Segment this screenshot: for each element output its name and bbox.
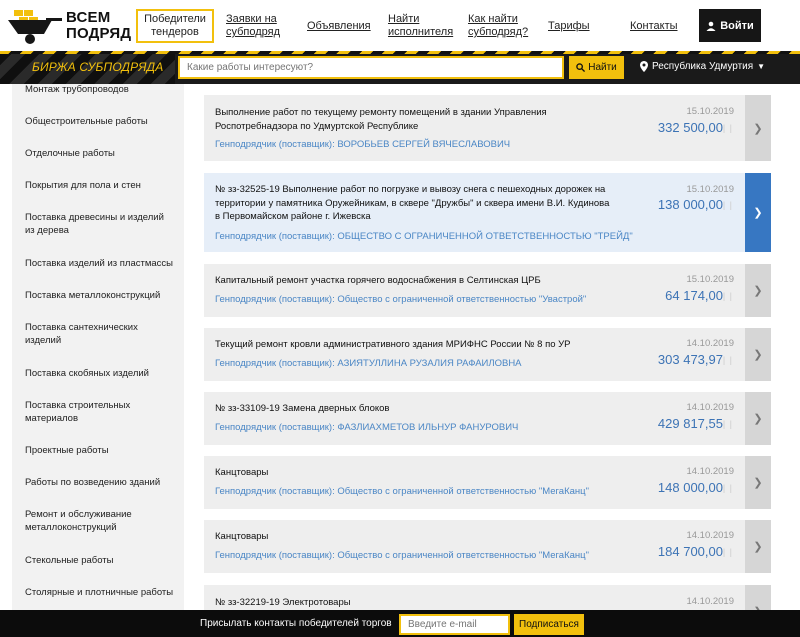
sidebar-item[interactable]: Отделочные работы <box>25 147 175 160</box>
wheelbarrow-logo-icon <box>8 10 62 44</box>
subscribe-text: Присылать контакты победителей торгов <box>200 618 392 629</box>
location-pin-icon <box>640 61 648 72</box>
listing-card[interactable]: Канцтовары Генподрядчик (поставщик): Общ… <box>204 456 771 509</box>
listing-title[interactable]: Выполнение работ по текущему ремонту пом… <box>215 106 615 133</box>
listing-contractor[interactable]: Генподрядчик (поставщик): Общество с огр… <box>215 486 589 497</box>
price-bars-icon: | | <box>722 355 733 365</box>
chevron-right-icon[interactable]: ❯ <box>745 173 771 252</box>
brand-label: Биржа субподряда <box>32 60 164 74</box>
nav-winners[interactable]: Победители тендеров <box>136 9 214 43</box>
sidebar-item[interactable]: Столярные и плотничные работы <box>25 586 175 599</box>
hazard-strip <box>0 51 800 54</box>
caret-down-icon: ▼ <box>757 62 766 71</box>
sidebar-item[interactable]: Покрытия для пола и стен <box>25 179 175 192</box>
listing-card[interactable]: № зз-33109-19 Замена дверных блоков Генп… <box>204 392 771 445</box>
listing-title[interactable]: Канцтовары <box>215 466 615 480</box>
listing-date: 15.10.2019 <box>686 184 734 195</box>
nav-contacts[interactable]: Контакты <box>630 9 678 43</box>
listing-price: 64 174,00 <box>665 288 723 303</box>
listing-card[interactable]: Текущий ремонт кровли административного … <box>204 328 771 381</box>
price-bars-icon: | | <box>722 547 733 557</box>
price-bars-icon: | | <box>722 291 733 301</box>
nav-find-executor[interactable]: Найти исполнителя <box>388 9 453 43</box>
login-button[interactable]: Войти <box>699 9 761 42</box>
listing-card[interactable]: Канцтовары Генподрядчик (поставщик): Общ… <box>204 520 771 573</box>
logo-text: ВСЕМ ПОДРЯД <box>66 9 132 42</box>
listing-title[interactable]: № зз-32219-19 Электротовары <box>215 596 615 610</box>
sidebar-item[interactable]: Стекольные работы <box>25 554 175 567</box>
listing-date: 14.10.2019 <box>686 338 734 349</box>
listing-date: 15.10.2019 <box>686 106 734 117</box>
sidebar-item[interactable]: Поставка строительных материалов <box>25 399 175 425</box>
chevron-right-icon[interactable]: ❯ <box>745 328 771 381</box>
subscribe-button[interactable]: Подписаться <box>514 614 584 635</box>
search-bar: Биржа субподряда Найти Республика Удмурт… <box>0 51 800 84</box>
email-input[interactable] <box>399 614 510 635</box>
listing-price: 303 473,97 <box>657 352 723 367</box>
search-icon <box>576 63 586 72</box>
listing-date: 14.10.2019 <box>686 596 734 607</box>
listing-contractor[interactable]: Генподрядчик (поставщик): ФАЗЛИАХМЕТОВ И… <box>215 422 518 433</box>
chevron-right-icon[interactable]: ❯ <box>745 585 771 610</box>
sidebar-item[interactable]: Поставка изделий из пластмассы <box>25 257 175 270</box>
price-bars-icon: | | <box>722 123 733 133</box>
listing-contractor[interactable]: Генподрядчик (поставщик): ВОРОБЬЕВ СЕРГЕ… <box>215 139 510 150</box>
listing-title[interactable]: № зз-32525-19 Выполнение работ по погруз… <box>215 183 615 224</box>
listing-price: 148 000,00 <box>657 480 723 495</box>
chevron-right-icon[interactable]: ❯ <box>745 456 771 509</box>
nav-how-to-find[interactable]: Как найти субподряд? <box>468 9 528 43</box>
sidebar-item[interactable]: Работы по возведению зданий <box>25 476 175 489</box>
sidebar-item[interactable]: Поставка металлоконструкций <box>25 289 175 302</box>
sidebar-item[interactable]: Поставка древесины и изделий из дерева <box>25 211 175 237</box>
sidebar-item[interactable]: Поставка сантехнических изделий <box>25 321 175 347</box>
listing-date: 14.10.2019 <box>686 466 734 477</box>
listing-price: 138 000,00 <box>657 197 723 212</box>
login-label: Войти <box>720 19 754 32</box>
search-button[interactable]: Найти <box>569 56 624 79</box>
listing-contractor[interactable]: Генподрядчик (поставщик): Общество с огр… <box>215 550 589 561</box>
region-selector[interactable]: Республика Удмуртия ▼ <box>640 61 765 72</box>
region-label: Республика Удмуртия <box>652 61 754 72</box>
chevron-right-icon[interactable]: ❯ <box>745 392 771 445</box>
listing-date: 14.10.2019 <box>686 530 734 541</box>
user-icon <box>706 21 716 31</box>
subscribe-footer: Присылать контакты победителей торгов По… <box>0 610 800 637</box>
site-header: ВСЕМ ПОДРЯД Победители тендеров Заявки н… <box>0 0 800 51</box>
listing-price: 332 500,00 <box>657 120 723 135</box>
chevron-right-icon[interactable]: ❯ <box>745 264 771 317</box>
chevron-right-icon[interactable]: ❯ <box>745 95 771 161</box>
listing-card[interactable]: Капитальный ремонт участка горячего водо… <box>204 264 771 317</box>
listing-title[interactable]: Текущий ремонт кровли административного … <box>215 338 615 352</box>
sidebar-item[interactable]: Поставка скобяных изделий <box>25 367 175 380</box>
listing-title[interactable]: № зз-33109-19 Замена дверных блоков <box>215 402 615 416</box>
nav-requests[interactable]: Заявки на субподряд <box>226 9 280 43</box>
sidebar-item[interactable]: Проектные работы <box>25 444 175 457</box>
listing-title[interactable]: Канцтовары <box>215 530 615 544</box>
chevron-right-icon[interactable]: ❯ <box>745 520 771 573</box>
listing-contractor[interactable]: Генподрядчик (поставщик): АЗИЯТУЛЛИНА РУ… <box>215 358 522 369</box>
listing-price: 184 700,00 <box>657 544 723 559</box>
category-sidebar: Монтаж трубопроводов Общестроительные ра… <box>12 84 184 610</box>
listing-date: 14.10.2019 <box>686 402 734 413</box>
nav-ads[interactable]: Объявления <box>307 9 371 43</box>
listing-date: 15.10.2019 <box>686 274 734 285</box>
listing-title[interactable]: Капитальный ремонт участка горячего водо… <box>215 274 615 288</box>
search-button-label: Найти <box>588 62 617 73</box>
listing-contractor[interactable]: Генподрядчик (поставщик): Общество с огр… <box>215 294 586 305</box>
price-bars-icon: | | <box>722 419 733 429</box>
listing-price: 429 817,55 <box>657 416 723 431</box>
listing-contractor[interactable]: Генподрядчик (поставщик): ОБЩЕСТВО С ОГР… <box>215 231 633 242</box>
logo[interactable]: ВСЕМ ПОДРЯД <box>6 4 131 48</box>
listing-card[interactable]: № зз-32525-19 Выполнение работ по погруз… <box>204 173 771 252</box>
listing-card[interactable]: Выполнение работ по текущему ремонту пом… <box>204 95 771 161</box>
search-input[interactable] <box>178 56 564 79</box>
sidebar-item[interactable]: Общестроительные работы <box>25 115 175 128</box>
price-bars-icon: | | <box>722 483 733 493</box>
price-bars-icon: | | <box>722 200 733 210</box>
listing-card[interactable]: № зз-32219-19 Электротовары 14.10.2019 ❯ <box>204 585 771 610</box>
sidebar-item[interactable]: Монтаж трубопроводов <box>25 84 175 96</box>
sidebar-item[interactable]: Ремонт и обслуживание металлоконструкций <box>25 508 175 534</box>
nav-tariffs[interactable]: Тарифы <box>548 9 590 43</box>
